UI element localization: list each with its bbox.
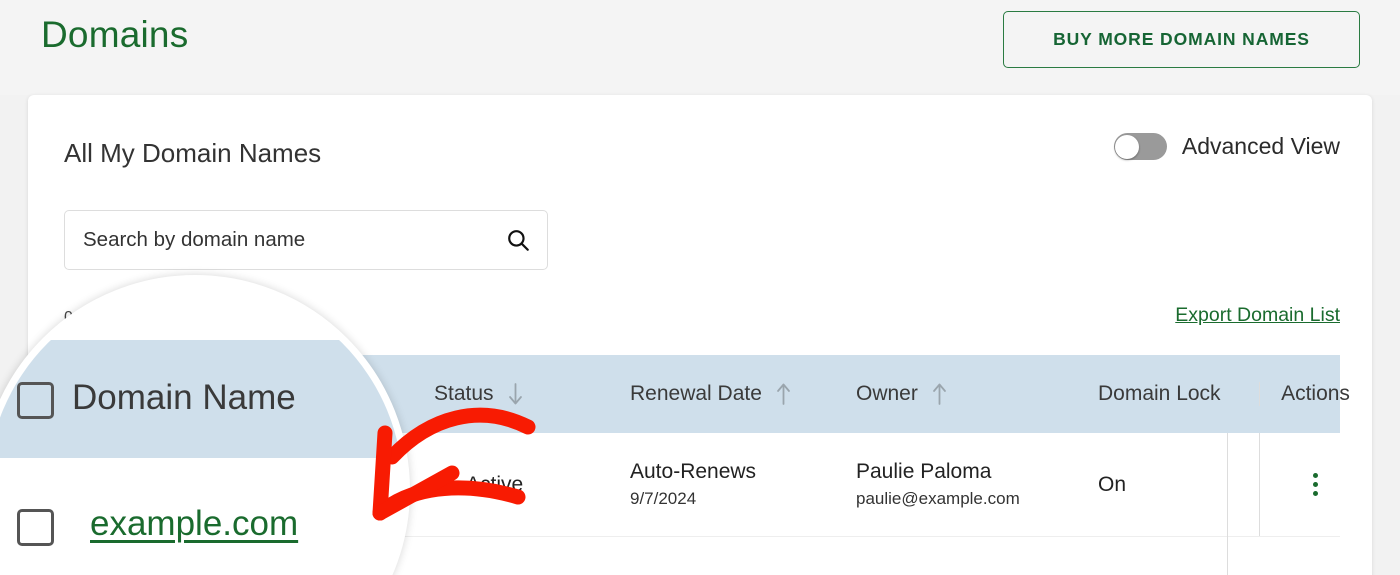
row-status-cell: Active — [434, 433, 630, 536]
toggle-knob — [1115, 134, 1140, 159]
status-label: Active — [466, 472, 524, 496]
renewal-mode: Auto-Renews — [630, 460, 757, 483]
magnified-select-all-checkbox — [17, 382, 54, 419]
header-owner-label: Owner — [856, 382, 918, 405]
search-box[interactable] — [64, 210, 548, 270]
domain-lock-value: On — [1098, 472, 1127, 496]
magnified-domain-link: example.com — [90, 504, 299, 543]
magnifier-content: Domain Name example.com — [0, 282, 403, 575]
advanced-view-toggle[interactable] — [1113, 133, 1167, 160]
page-title: Domains — [41, 14, 189, 55]
domains-page: Domains BUY MORE DOMAIN NAMES All My Dom… — [0, 0, 1400, 575]
header-actions: Actions — [1259, 382, 1371, 406]
header-actions-label: Actions — [1281, 382, 1350, 405]
header-renewal-date-label: Renewal Date — [630, 382, 762, 405]
advanced-view-control[interactable]: Advanced View — [1113, 133, 1340, 160]
sort-asc-arrow-icon[interactable] — [775, 382, 792, 406]
status-active-icon — [434, 474, 455, 495]
advanced-view-label: Advanced View — [1181, 133, 1340, 159]
owner-name: Paulie Paloma — [856, 460, 992, 483]
buy-more-domain-names-button[interactable]: BUY MORE DOMAIN NAMES — [1003, 11, 1360, 68]
page-header: Domains BUY MORE DOMAIN NAMES — [0, 0, 1400, 95]
sort-desc-arrow-icon[interactable] — [507, 382, 524, 406]
search-icon[interactable] — [505, 227, 531, 253]
export-domain-list-link[interactable]: Export Domain List — [1175, 304, 1340, 327]
sort-asc-arrow-icon[interactable] — [931, 382, 948, 406]
card-title: All My Domain Names — [64, 138, 322, 168]
search-input[interactable] — [83, 228, 505, 252]
header-owner[interactable]: Owner — [856, 382, 1094, 406]
owner-email: paulie@example.com — [856, 489, 1020, 508]
row-owner-cell: Paulie Paloma paulie@example.com — [856, 433, 1094, 536]
row-renewal-cell: Auto-Renews 9/7/2024 — [630, 433, 856, 536]
header-renewal-date[interactable]: Renewal Date — [630, 382, 856, 406]
header-status-label: Status — [434, 382, 494, 405]
magnifier-lens: Domain Name example.com — [0, 275, 410, 575]
magnified-domain-name-header: Domain Name — [72, 378, 296, 417]
header-domain-lock-label: Domain Lock — [1098, 382, 1221, 405]
header-domain-lock[interactable]: Domain Lock — [1094, 382, 1259, 406]
header-status[interactable]: Status — [434, 382, 630, 406]
magnified-row-checkbox — [17, 509, 54, 546]
row-domain-lock-cell: On — [1094, 433, 1259, 536]
actions-column-divider — [1227, 433, 1228, 575]
kebab-menu-icon[interactable] — [1307, 467, 1324, 502]
row-actions-cell[interactable] — [1259, 433, 1371, 536]
renewal-date: 9/7/2024 — [630, 489, 697, 508]
